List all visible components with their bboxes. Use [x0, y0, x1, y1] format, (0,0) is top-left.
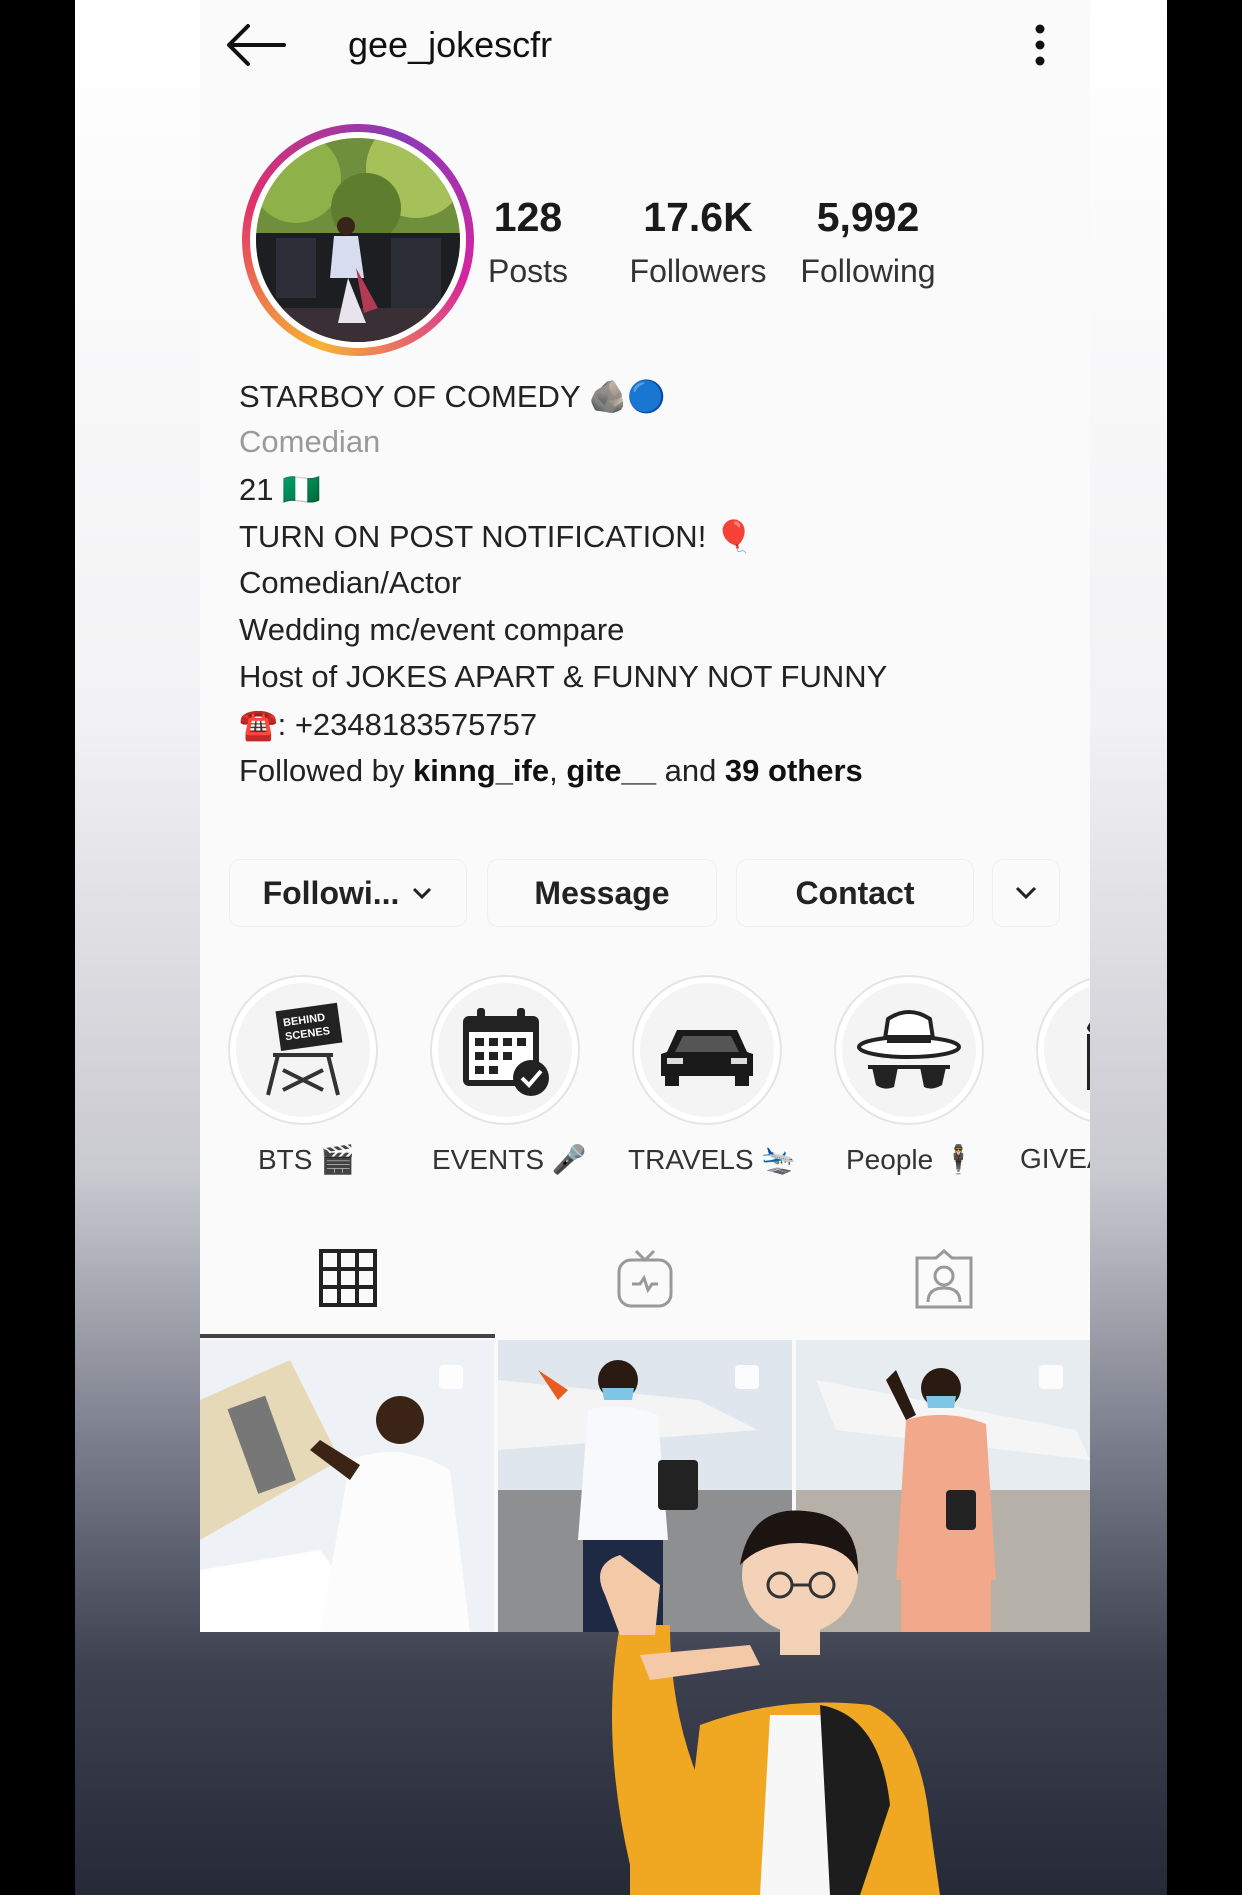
active-tab-indicator — [200, 1334, 495, 1338]
following-label: Following — [800, 253, 936, 289]
highlight-travels[interactable] — [632, 975, 782, 1125]
avatar[interactable] — [256, 138, 460, 342]
gift-icon — [1086, 1022, 1090, 1090]
carousel-icon — [439, 1365, 463, 1389]
profile-username: gee_jokescfr — [348, 24, 553, 65]
others-link[interactable]: 39 others — [725, 753, 863, 788]
more-options-icon[interactable] — [1034, 24, 1046, 66]
phone-number-line[interactable]: ☎️: +2348183575757 — [239, 706, 537, 743]
bio-line: 21 🇳🇬 — [239, 472, 321, 507]
followed-by-separator: , — [549, 753, 567, 788]
chevron-down-icon — [413, 887, 432, 900]
grid-icon[interactable] — [318, 1248, 378, 1308]
mutual-follower-link[interactable]: kinng_ife — [413, 753, 549, 788]
bio-line: Wedding mc/event compare — [239, 612, 625, 647]
contact-button-label: Contact — [795, 874, 915, 911]
highlight-people[interactable] — [834, 975, 984, 1125]
bio-line: Comedian/Actor — [239, 565, 462, 600]
highlight-label: TRAVELS 🛬 — [628, 1144, 797, 1175]
chevron-down-icon — [1015, 886, 1037, 900]
carousel-icon — [735, 1365, 759, 1389]
followed-by[interactable]: Followed by kinng_ife, gite__ and 39 oth… — [239, 753, 863, 789]
highlight-giveaway[interactable] — [1036, 975, 1090, 1125]
highlight-label: People 🕴 — [846, 1144, 976, 1175]
tagged-person-icon[interactable] — [914, 1248, 974, 1310]
posts-count[interactable]: 128 Posts — [473, 194, 583, 290]
followers-count[interactable]: 17.6K Followers — [618, 194, 778, 290]
following-button-label: Followi... — [262, 874, 400, 911]
name-emojis: 🪨🔵 — [588, 379, 666, 414]
following-count[interactable]: 5,992 Following — [788, 194, 948, 290]
contact-button[interactable]: Contact — [737, 860, 973, 926]
hat-sunglasses-icon — [857, 1010, 961, 1089]
followers-value: 17.6K — [643, 194, 753, 240]
igtv-icon[interactable] — [616, 1248, 674, 1310]
posts-value: 128 — [493, 194, 563, 240]
presenter-cutout — [600, 1510, 940, 1895]
profile-tabs — [200, 1230, 1090, 1338]
car-icon — [661, 1030, 753, 1086]
message-button-label: Message — [534, 874, 670, 911]
following-value: 5,992 — [816, 194, 920, 240]
story-ring[interactable] — [242, 124, 474, 356]
bio-line: TURN ON POST NOTIFICATION! 🎈 — [239, 519, 754, 554]
back-arrow-icon[interactable] — [224, 22, 288, 68]
carousel-icon — [1039, 1365, 1063, 1389]
bio-line: Host of JOKES APART & FUNNY NOT FUNNY — [239, 659, 888, 694]
message-button[interactable]: Message — [488, 860, 716, 926]
highlight-label: GIVEA — [1020, 1143, 1090, 1174]
instagram-profile-screen: gee_jokescfr 128 Posts 17.6K Followers 5… — [200, 0, 1090, 1632]
highlight-bts[interactable]: BEHIND SCENES — [228, 975, 378, 1125]
mutual-follower-link[interactable]: gite__ — [566, 753, 656, 788]
highlight-label: BTS 🎬 — [258, 1144, 356, 1175]
highlight-events[interactable] — [430, 975, 580, 1125]
profile-category: Comedian — [239, 424, 381, 459]
suggested-accounts-button[interactable] — [993, 860, 1059, 926]
director-chair-icon: BEHIND SCENES — [266, 1002, 343, 1096]
highlight-label: EVENTS 🎤 — [432, 1144, 587, 1175]
profile-name: STARBOY OF COMEDY 🪨🔵 — [239, 378, 666, 415]
display-name: STARBOY OF COMEDY — [239, 379, 581, 414]
top-bar: gee_jokescfr — [200, 0, 1090, 90]
following-button[interactable]: Followi... — [230, 860, 466, 926]
followers-label: Followers — [629, 253, 767, 289]
video-frame: gee_jokescfr 128 Posts 17.6K Followers 5… — [75, 0, 1167, 1895]
calendar-check-icon — [463, 1008, 549, 1096]
posts-label: Posts — [487, 253, 569, 289]
post-thumbnail[interactable] — [200, 1340, 494, 1632]
followed-by-prefix: Followed by — [239, 753, 414, 788]
followed-by-and: and — [655, 753, 725, 788]
